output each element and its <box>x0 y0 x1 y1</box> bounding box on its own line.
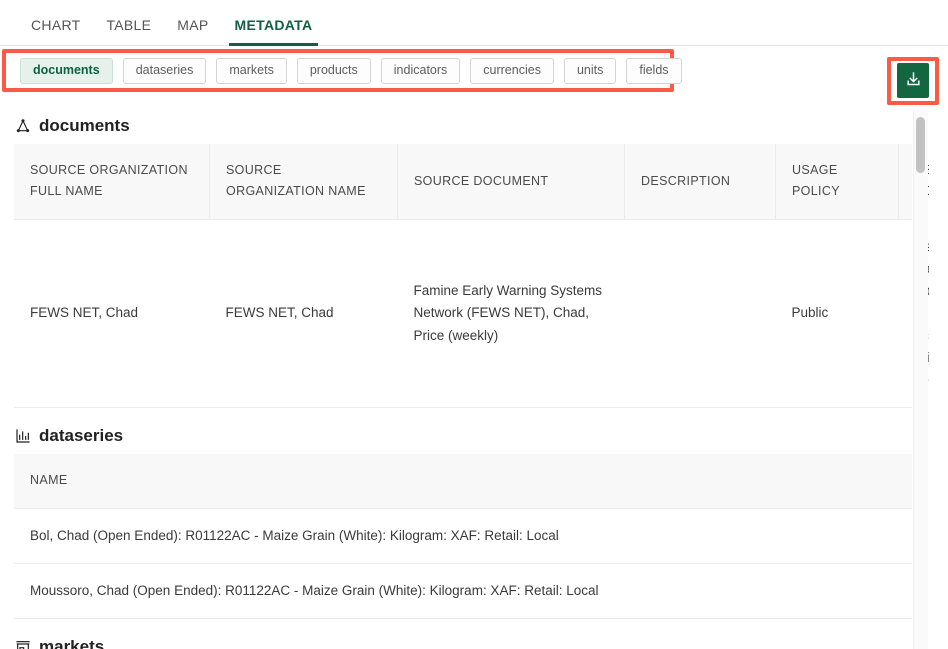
chip-fields[interactable]: fields <box>626 58 681 84</box>
column-header-usage-policy: USAGE POLICY <box>776 144 899 219</box>
chip-indicators[interactable]: indicators <box>381 58 461 84</box>
chip-dataseries[interactable]: dataseries <box>123 58 207 84</box>
column-header-source-document: SOURCE DOCUMENT <box>398 144 625 219</box>
sitemap-icon <box>14 118 31 135</box>
cell-source-document: Famine Early Warning Systems Network (FE… <box>398 219 625 407</box>
chip-currencies[interactable]: currencies <box>470 58 554 84</box>
cell-name: Bol, Chad (Open Ended): R01122AC - Maize… <box>14 508 912 563</box>
tab-table[interactable]: TABLE <box>93 17 164 45</box>
section-title-documents: documents <box>39 116 130 136</box>
chip-documents[interactable]: documents <box>20 58 113 84</box>
chip-units[interactable]: units <box>564 58 616 84</box>
cell-source-organization-full-name: FEWS NET, Chad <box>14 219 210 407</box>
table-row: Moussoro, Chad (Open Ended): R01122AC - … <box>14 563 912 618</box>
view-tab-bar: CHART TABLE MAP METADATA <box>0 0 948 46</box>
store-icon <box>14 639 31 649</box>
download-icon <box>905 71 922 91</box>
scrollbar-track[interactable] <box>913 110 928 649</box>
cell-usage-notes: Users are required to acknowledge origin… <box>899 219 913 407</box>
download-button[interactable] <box>897 63 929 98</box>
section-header-dataseries: dataseries <box>0 418 912 454</box>
scrollbar-thumb[interactable] <box>916 117 925 173</box>
column-header-usage-notes: USAGE NOTES <box>899 144 913 219</box>
chip-markets[interactable]: markets <box>216 58 286 84</box>
page-right-margin <box>929 108 948 649</box>
column-header-name: NAME <box>14 454 912 508</box>
metadata-scroll-area[interactable]: documents SOURCE ORGANIZATION FULL NAME … <box>0 108 948 649</box>
column-header-description: DESCRIPTION <box>625 144 776 219</box>
metadata-section-toolbar: documents dataseries markets products in… <box>0 46 948 94</box>
dataseries-table: NAME Bol, Chad (Open Ended): R01122AC - … <box>14 454 912 618</box>
section-title-dataseries: dataseries <box>39 426 123 446</box>
tab-map[interactable]: MAP <box>164 17 221 45</box>
column-header-source-organization-name: SOURCE ORGANIZATION NAME <box>210 144 398 219</box>
chip-products[interactable]: products <box>297 58 371 84</box>
cell-name: Moussoro, Chad (Open Ended): R01122AC - … <box>14 563 912 618</box>
table-header-row: NAME <box>14 454 912 508</box>
table-row: Bol, Chad (Open Ended): R01122AC - Maize… <box>14 508 912 563</box>
column-header-source-organization-full-name: SOURCE ORGANIZATION FULL NAME <box>14 144 210 219</box>
table-row: FEWS NET, Chad FEWS NET, Chad Famine Ear… <box>14 219 912 407</box>
documents-table: SOURCE ORGANIZATION FULL NAME SOURCE ORG… <box>14 144 912 407</box>
bar-chart-icon <box>14 428 31 445</box>
section-header-documents: documents <box>0 108 912 144</box>
section-header-markets: markets <box>0 629 912 649</box>
cell-usage-policy: Public <box>776 219 899 407</box>
section-title-markets: markets <box>39 637 104 649</box>
table-header-row: SOURCE ORGANIZATION FULL NAME SOURCE ORG… <box>14 144 912 219</box>
section-chip-group: documents dataseries markets products in… <box>20 58 682 84</box>
cell-description <box>625 219 776 407</box>
cell-source-organization-name: FEWS NET, Chad <box>210 219 398 407</box>
tab-metadata[interactable]: METADATA <box>222 17 326 45</box>
tab-chart[interactable]: CHART <box>18 17 93 45</box>
